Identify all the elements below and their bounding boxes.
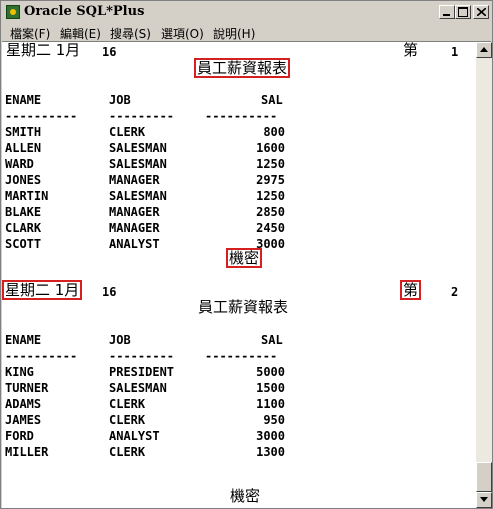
report-day: 16 [102,285,117,299]
report-title: 員工薪資報表 [193,58,291,78]
report-day: 16 [102,45,117,59]
confidential-footer: 機密 [225,248,263,268]
sqlplus-app-icon[interactable] [6,5,20,19]
col-header-sal: SAL [261,93,283,107]
row-ename: TURNER [5,381,49,395]
row-sal: 1600 [256,141,285,155]
vertical-scrollbar[interactable] [476,42,492,508]
row-job: ANALYST [109,237,160,251]
row-ename: WARD [5,157,34,171]
report-date: 星期二 1月 [6,42,81,59]
row-ename: SMITH [5,125,42,139]
row-ename: JONES [5,173,42,187]
row-ename: KING [5,365,34,379]
col-divider: ---------- [5,109,78,123]
window-title: Oracle SQL*Plus [24,4,145,19]
maximize-button[interactable] [455,5,471,19]
close-icon [477,8,486,16]
col-header-sal: SAL [261,333,283,347]
row-job: SALESMAN [109,141,167,155]
row-ename: MILLER [5,445,49,459]
row-sal: 1250 [256,189,285,203]
row-job: SALESMAN [109,157,167,171]
row-ename: ADAMS [5,397,42,411]
row-sal: 1300 [256,445,285,459]
scroll-thumb[interactable] [476,462,492,492]
row-job: CLERK [109,413,146,427]
row-job: SALESMAN [109,381,167,395]
confidential-footer: 機密 [230,487,261,505]
menu-file[interactable]: 檔案(F) [10,25,50,42]
page-label: 第 [399,280,422,300]
report-title: 員工薪資報表 [198,298,289,316]
row-job: MANAGER [109,173,160,187]
row-job: CLERK [109,397,146,411]
col-header-ename: ENAME [5,333,42,347]
row-job: ANALYST [109,429,160,443]
row-sal: 1500 [256,381,285,395]
row-sal: 800 [263,125,285,139]
col-header-job: JOB [109,93,131,107]
report-date: 星期二 1月 [2,280,83,300]
row-sal: 1250 [256,157,285,171]
row-job: CLERK [109,125,146,139]
row-ename: CLARK [5,221,42,235]
minimize-button[interactable] [439,5,455,19]
menu-options[interactable]: 選項(O) [161,25,204,42]
col-divider: --------- [109,109,175,123]
menu-bar: 檔案(F) 編輯(E) 搜尋(S) 選項(O) 說明(H) [2,23,491,42]
page-number: 2 [451,285,459,299]
col-divider: ---------- [205,349,278,363]
sqlplus-window: Oracle SQL*Plus 檔案(F) 編輯(E) 搜尋(S) 選項(O) … [0,0,493,509]
output-area[interactable]: 星期二 1月 16 第 1 員工薪資報表 ENAME JOB SAL -----… [2,42,476,508]
row-sal: 2975 [256,173,285,187]
row-ename: SCOTT [5,237,42,251]
scroll-up-button[interactable] [476,42,492,58]
title-bar[interactable]: Oracle SQL*Plus [2,2,491,22]
col-divider: --------- [109,349,175,363]
col-header-ename: ENAME [5,93,42,107]
row-job: SALESMAN [109,189,167,203]
col-divider: ---------- [5,349,78,363]
row-ename: ALLEN [5,141,42,155]
row-ename: FORD [5,429,34,443]
menu-help[interactable]: 說明(H) [213,25,255,42]
row-ename: BLAKE [5,205,42,219]
close-button[interactable] [473,5,489,19]
row-job: MANAGER [109,221,160,235]
arrow-down-icon [480,497,488,502]
row-sal: 950 [263,413,285,427]
row-ename: JAMES [5,413,42,427]
row-sal: 3000 [256,429,285,443]
page-number: 1 [451,45,459,59]
row-job: CLERK [109,445,146,459]
scroll-down-button[interactable] [476,492,492,508]
col-divider: ---------- [205,109,278,123]
page-label: 第 [403,42,419,59]
col-header-job: JOB [109,333,131,347]
row-ename: MARTIN [5,189,49,203]
row-job: PRESIDENT [109,365,175,379]
row-sal: 2850 [256,205,285,219]
row-sal: 5000 [256,365,285,379]
menu-edit[interactable]: 編輯(E) [60,25,101,42]
row-sal: 1100 [256,397,285,411]
row-job: MANAGER [109,205,160,219]
menu-search[interactable]: 搜尋(S) [110,25,151,42]
arrow-up-icon [480,47,488,52]
row-sal: 2450 [256,221,285,235]
